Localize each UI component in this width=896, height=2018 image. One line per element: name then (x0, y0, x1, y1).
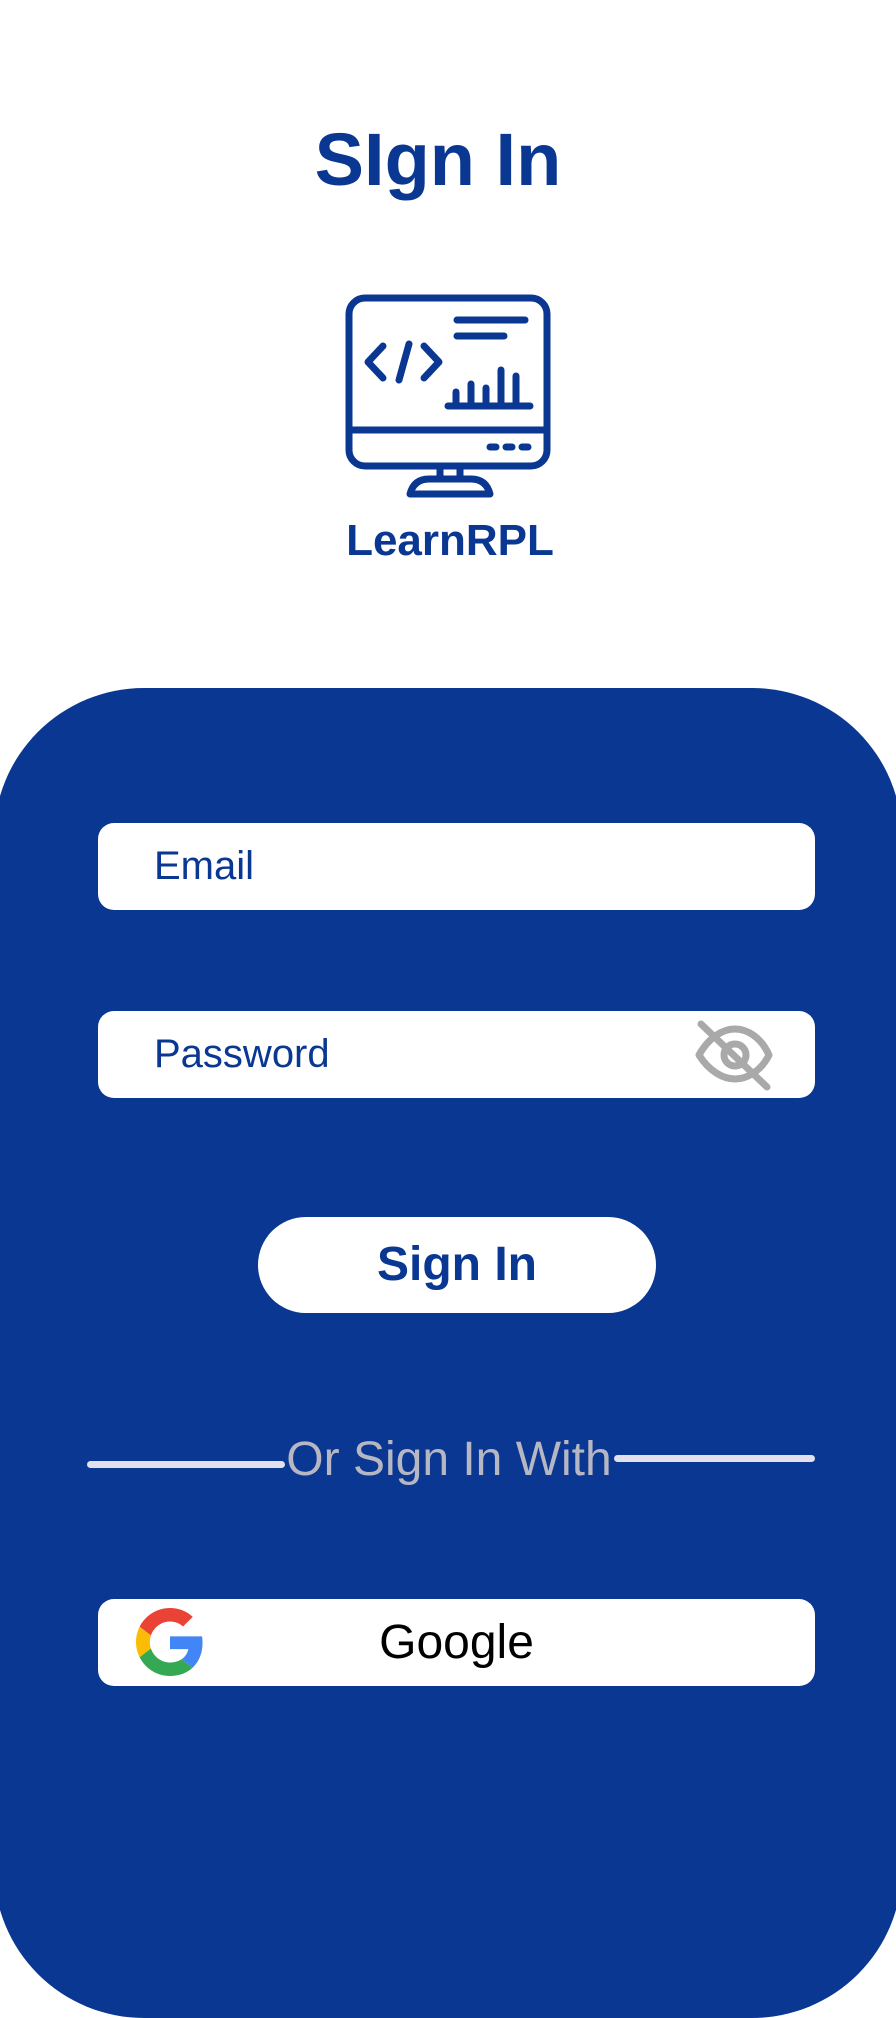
divider-line-right (614, 1455, 815, 1462)
google-label: Google (379, 1616, 534, 1669)
brand-name: LearnRPL (346, 516, 554, 565)
email-placeholder: Email (154, 844, 255, 888)
sign-in-button[interactable]: Sign In (258, 1217, 656, 1313)
page-title: SIgn In (314, 118, 562, 201)
social-divider-text: Or Sign In With (286, 1433, 612, 1486)
computer-monitor-code-icon (345, 294, 551, 498)
eye-off-icon[interactable] (695, 1019, 773, 1091)
google-sign-in-button[interactable]: Google (98, 1599, 815, 1686)
password-field[interactable]: Password (98, 1011, 815, 1098)
divider-line-left (87, 1461, 285, 1468)
password-placeholder: Password (154, 1032, 330, 1076)
email-field[interactable]: Email (98, 823, 815, 910)
